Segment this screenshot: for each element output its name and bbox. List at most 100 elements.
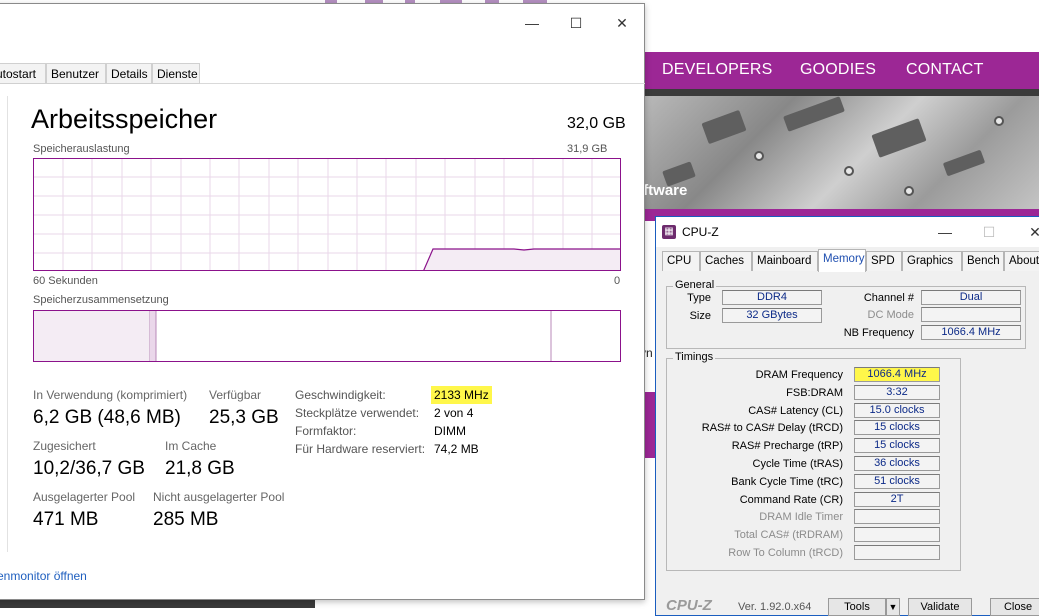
- size-value: 32 GBytes: [722, 308, 822, 323]
- nav-link-developers[interactable]: DEVELOPERS: [662, 61, 772, 79]
- general-group-title: General: [673, 279, 717, 291]
- close-button[interactable]: ✕: [599, 10, 645, 36]
- website-nav: DEVELOPERS GOODIES CONTACT: [644, 52, 1039, 89]
- tab-spd[interactable]: SPD: [866, 251, 902, 271]
- timing-value: [854, 509, 940, 524]
- hardware-reserved-label: Für Hardware reserviert:: [295, 442, 426, 456]
- committed-label: Zugesichert: [33, 439, 96, 453]
- timing-label: RAS# Precharge (tRP): [731, 440, 843, 452]
- website-hero-image: [644, 96, 1039, 209]
- cpuz-brand-logo: CPU-Z: [666, 597, 712, 614]
- validate-button[interactable]: Validate: [908, 598, 972, 616]
- close-app-button[interactable]: Close: [990, 598, 1039, 616]
- close-app-button-label: Close: [1003, 601, 1033, 613]
- committed-value: 10,2/36,7 GB: [33, 458, 145, 479]
- timing-label: CAS# Latency (CL): [748, 405, 843, 417]
- tools-button[interactable]: Tools: [828, 598, 886, 616]
- timing-label: Command Rate (CR): [739, 494, 843, 506]
- timing-label: Row To Column (tRCD): [728, 547, 843, 559]
- cpuz-window: ▦ CPU-Z — ☐ ✕ CPU Caches Mainboard Memor…: [655, 216, 1039, 616]
- form-factor-value: DIMM: [434, 424, 466, 438]
- timing-value: 1066.4 MHz: [854, 367, 940, 382]
- tab-mainboard[interactable]: Mainboard: [752, 251, 818, 271]
- timing-label: Total CAS# (tRDRAM): [734, 529, 843, 541]
- validate-button-label: Validate: [920, 601, 960, 613]
- usage-graph-label: Speicherauslastung: [33, 143, 130, 155]
- timing-label: DRAM Idle Timer: [759, 511, 843, 523]
- task-manager-window: — ☐ ✕ utostart Benutzer Details Dienste …: [0, 3, 645, 600]
- task-manager-tabs: utostart Benutzer Details Dienste: [0, 62, 645, 84]
- tools-dropdown-icon[interactable]: ▼: [886, 598, 900, 616]
- tab-bench[interactable]: Bench: [962, 251, 1004, 271]
- tools-button-label: Tools: [844, 601, 870, 613]
- page-title: Arbeitsspeicher: [31, 104, 218, 134]
- dc-mode-value: [921, 307, 1021, 322]
- sidebar-edge: [0, 96, 8, 552]
- in-use-label: In Verwendung (komprimiert): [33, 388, 188, 402]
- timing-label: Bank Cycle Time (tRC): [731, 476, 843, 488]
- channel-value: Dual: [921, 290, 1021, 305]
- timing-value: 15.0 clocks: [854, 403, 940, 418]
- nav-link-goodies[interactable]: GOODIES: [800, 61, 876, 79]
- cached-label: Im Cache: [165, 439, 217, 453]
- timings-group-title: Timings: [673, 351, 716, 363]
- resource-monitor-link[interactable]: enmonitor öffnen: [0, 569, 87, 583]
- nonpaged-pool-label: Nicht ausgelagerter Pool: [153, 490, 285, 504]
- tab-about[interactable]: About: [1004, 251, 1039, 271]
- size-label: Size: [689, 310, 711, 322]
- available-value: 25,3 GB: [209, 407, 279, 428]
- cpuz-titlebar: ▦ CPU-Z — ☐ ✕: [656, 217, 1039, 247]
- memory-usage-graph: [33, 158, 621, 271]
- timing-label: DRAM Frequency: [755, 369, 843, 381]
- timing-label: RAS# to CAS# Delay (tRCD): [701, 422, 843, 434]
- type-value: DDR4: [722, 290, 822, 305]
- version-label: Ver. 1.92.0.x64: [738, 601, 812, 613]
- tab-cpu[interactable]: CPU: [662, 251, 700, 271]
- available-label: Verfügbar: [209, 388, 262, 402]
- timing-label: Cycle Time (tRAS): [752, 458, 843, 470]
- minimize-button[interactable]: —: [509, 10, 555, 36]
- composition-in-use: [34, 311, 150, 361]
- tab-benutzer[interactable]: Benutzer: [46, 63, 106, 84]
- type-label: Type: [687, 292, 711, 304]
- nav-divider: [644, 89, 1039, 96]
- nonpaged-pool-value: 285 MB: [153, 509, 219, 530]
- cpuz-logo-icon: ▦: [662, 225, 676, 239]
- dc-mode-label: DC Mode: [867, 309, 914, 321]
- cpuz-minimize-button[interactable]: —: [930, 223, 960, 241]
- paged-pool-label: Ausgelagerter Pool: [33, 490, 136, 504]
- tab-memory[interactable]: Memory: [818, 249, 866, 272]
- cpuz-maximize-button[interactable]: ☐: [974, 223, 1004, 241]
- timing-value: 36 clocks: [854, 456, 940, 471]
- maximize-button[interactable]: ☐: [553, 10, 599, 36]
- tab-caches[interactable]: Caches: [700, 251, 752, 271]
- general-group: General Type DDR4 Size 32 GBytes Channel…: [666, 279, 1026, 349]
- tab-autostart[interactable]: utostart: [0, 63, 46, 84]
- graph-time-right: 0: [614, 275, 621, 287]
- timing-label: FSB:DRAM: [786, 387, 843, 399]
- slots-value: 2 von 4: [434, 406, 474, 420]
- timing-value: [854, 527, 940, 542]
- usage-graph-max: 31,9 GB: [567, 143, 608, 155]
- timing-value: [854, 545, 940, 560]
- cpuz-close-button[interactable]: ✕: [1020, 223, 1039, 241]
- total-memory: 32,0 GB: [567, 115, 626, 132]
- cached-value: 21,8 GB: [165, 458, 235, 479]
- timing-value: 15 clocks: [854, 438, 940, 453]
- timing-value: 15 clocks: [854, 420, 940, 435]
- tab-graphics[interactable]: Graphics: [902, 251, 962, 271]
- paged-pool-value: 471 MB: [33, 509, 99, 530]
- tab-details[interactable]: Details: [106, 63, 152, 84]
- nb-frequency-value: 1066.4 MHz: [921, 325, 1021, 340]
- in-use-value: 6,2 GB (48,6 MB): [33, 407, 181, 428]
- speed-label: Geschwindigkeit:: [295, 388, 386, 402]
- timings-group: Timings DRAM Frequency 1066.4 MHz FSB:DRAM…: [666, 351, 961, 571]
- slots-label: Steckplätze verwendet:: [295, 406, 420, 420]
- nav-link-contact[interactable]: CONTACT: [906, 61, 984, 79]
- nb-frequency-label: NB Frequency: [843, 327, 914, 339]
- usage-area: [423, 249, 620, 270]
- graph-time-left: 60 Sekunden: [33, 275, 98, 287]
- composition-label: Speicherzusammensetzung: [33, 294, 169, 306]
- tab-dienste[interactable]: Dienste: [152, 63, 200, 84]
- timing-value: 2T: [854, 492, 940, 507]
